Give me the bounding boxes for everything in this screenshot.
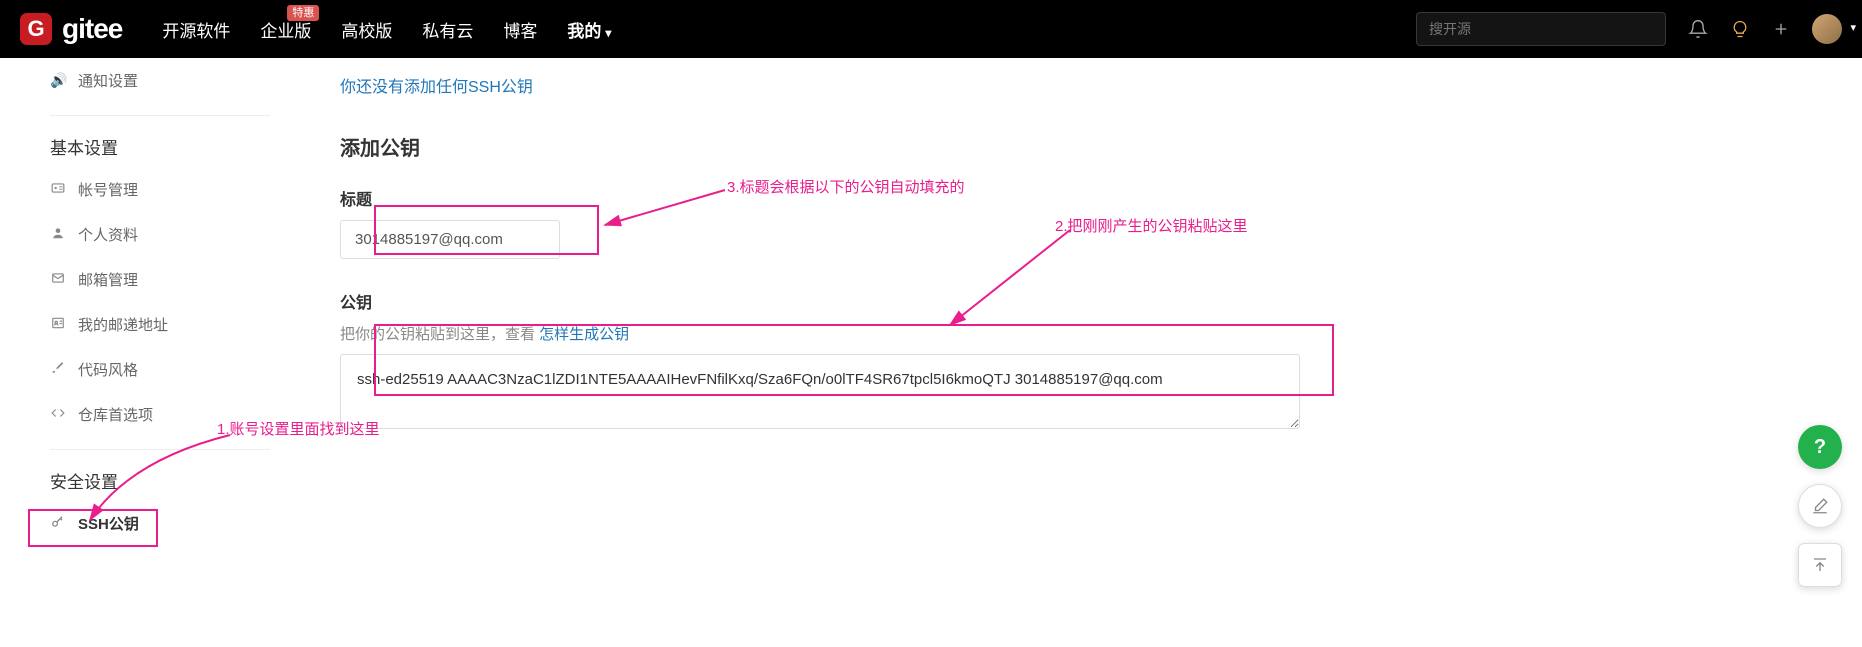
plus-icon[interactable] [1772,20,1790,38]
sidebar-label: 仓库首选项 [78,404,153,425]
key-help-link[interactable]: 怎样生成公钥 [539,326,629,343]
bulb-icon[interactable] [1730,19,1750,39]
key-help: 把你的公钥粘贴到这里，查看 怎样生成公钥 [340,323,1310,344]
nav-blog[interactable]: 博客 [503,17,537,42]
search-input[interactable] [1416,12,1666,46]
address-icon [50,316,66,333]
sidebar-item-address[interactable]: 我的邮递地址 [50,302,270,347]
main-content: 你还没有添加任何SSH公钥 添加公钥 标题 公钥 把你的公钥粘贴到这里，查看 怎… [300,58,1350,576]
sidebar-item-notification[interactable]: 🔊 通知设置 [50,58,270,103]
nav-links: 开源软件 企业版 特惠 高校版 私有云 博客 我的 [162,17,1416,42]
key-help-text: 把你的公钥粘贴到这里，查看 [340,326,539,343]
brush-icon [50,361,66,378]
edit-button[interactable] [1798,484,1842,528]
speaker-icon: 🔊 [50,72,66,89]
section-basic: 基本设置 [50,115,270,167]
nav-opensource[interactable]: 开源软件 [162,17,230,42]
enterprise-badge: 特惠 [287,5,319,21]
bell-icon[interactable] [1688,19,1708,39]
sidebar-label: 我的邮递地址 [78,314,168,335]
section-security: 安全设置 [50,449,270,501]
nav-enterprise-label: 企业版 [260,22,311,41]
help-button[interactable]: ? [1798,425,1842,469]
key-label: 公钥 [340,289,1310,313]
user-icon [50,226,66,243]
sidebar-label: 邮箱管理 [78,269,138,290]
top-button[interactable] [1798,543,1842,587]
avatar[interactable] [1812,14,1842,44]
sidebar-label: SSH公钥 [78,513,139,534]
nav-enterprise[interactable]: 企业版 特惠 [260,17,311,42]
sidebar-item-repo-pref[interactable]: 仓库首选项 [50,392,270,437]
sidebar-label: 通知设置 [78,70,138,91]
card-icon [50,181,66,198]
key-icon [50,515,66,532]
sidebar-item-ssh[interactable]: SSH公钥 [50,501,270,546]
sidebar-label: 个人资料 [78,224,138,245]
top-navbar: G gitee 开源软件 企业版 特惠 高校版 私有云 博客 我的 [0,0,1862,58]
envelope-icon [50,271,66,288]
sidebar-label: 帐号管理 [78,179,138,200]
sidebar-item-profile[interactable]: 个人资料 [50,212,270,257]
sidebar-item-account[interactable]: 帐号管理 [50,167,270,212]
logo-text: gitee [62,13,122,45]
form-title: 添加公钥 [340,132,1310,161]
nav-campus[interactable]: 高校版 [341,17,392,42]
nav-right [1416,12,1842,46]
logo-icon: G [20,13,52,45]
title-input[interactable] [340,220,560,259]
sidebar-item-email[interactable]: 邮箱管理 [50,257,270,302]
sidebar-label: 代码风格 [78,359,138,380]
no-key-notice: 你还没有添加任何SSH公钥 [340,73,1310,97]
key-textarea[interactable] [340,354,1300,429]
sidebar: 🔊 通知设置 基本设置 帐号管理 个人资料 邮箱管理 [0,58,300,576]
float-buttons: ? [1798,425,1842,587]
title-label: 标题 [340,186,1310,210]
nav-private-cloud[interactable]: 私有云 [422,17,473,42]
code-icon [50,406,66,423]
nav-my[interactable]: 我的 [567,17,611,42]
sidebar-item-code-style[interactable]: 代码风格 [50,347,270,392]
logo[interactable]: G gitee [20,13,122,45]
